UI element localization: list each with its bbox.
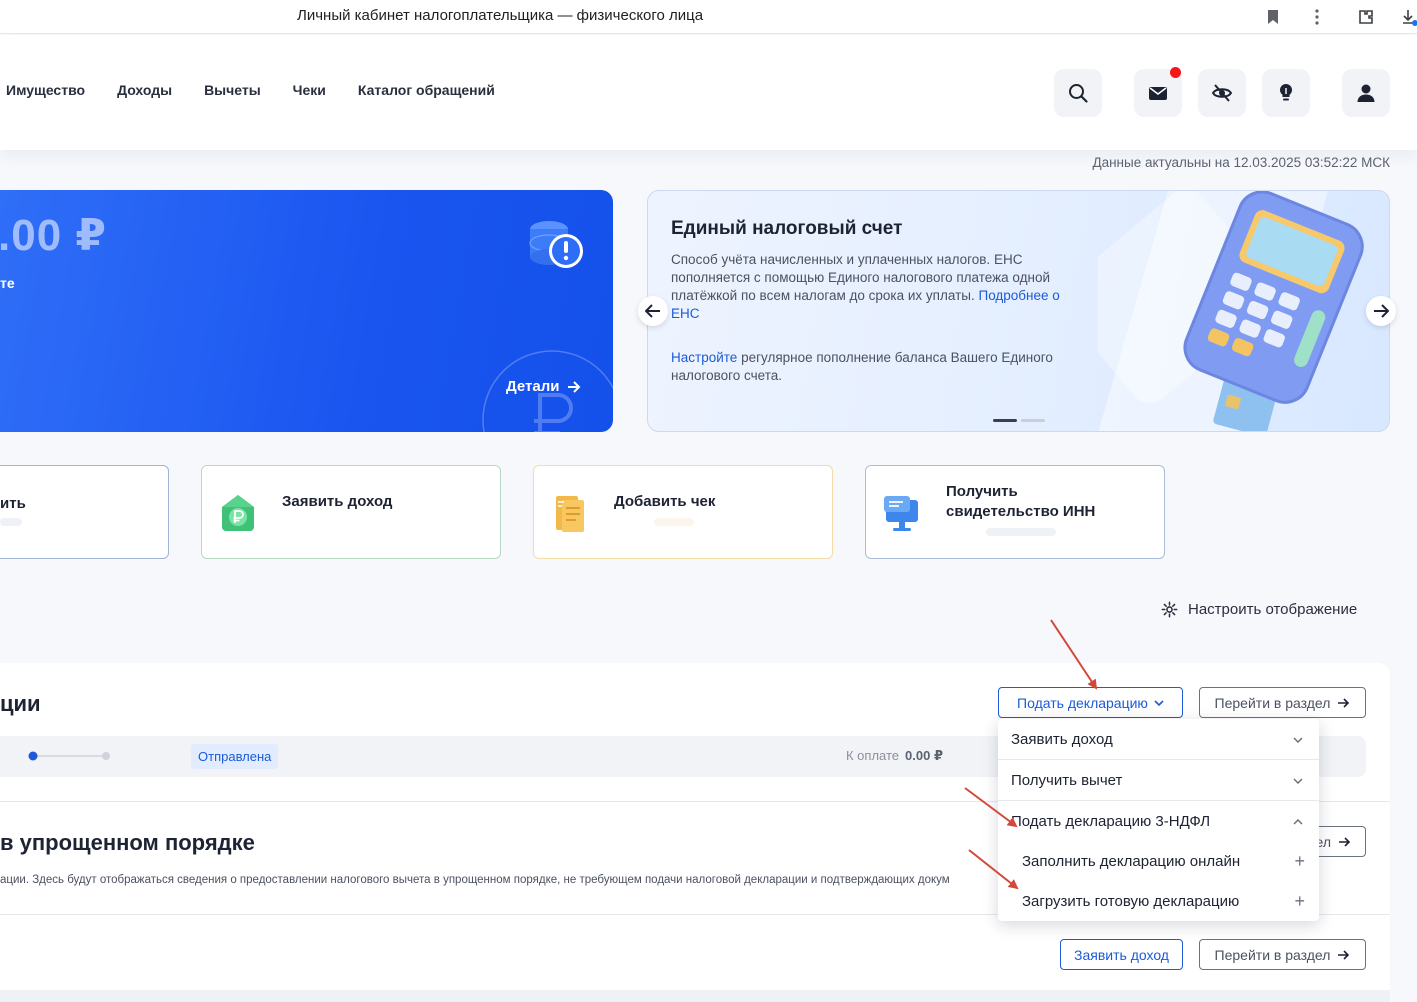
carousel-next-button[interactable]	[1366, 296, 1396, 326]
menu-item-get-deduction[interactable]: Получить вычет	[998, 760, 1319, 801]
chevron-down-icon	[1154, 699, 1164, 706]
extensions-icon[interactable]	[1355, 6, 1377, 28]
main-nav: Имущество Доходы Вычеты Чеки Каталог обр…	[6, 82, 527, 98]
arrow-left-icon	[645, 304, 660, 318]
ens-setup-text: Настройте регулярное пополнение баланса …	[671, 350, 1053, 383]
gear-icon	[1161, 601, 1178, 618]
nav-item-receipts[interactable]: Чеки	[293, 82, 326, 98]
next-section-strip	[0, 990, 1390, 1002]
quick-action-add-receipt[interactable]: Добавить чек	[533, 465, 833, 559]
search-icon	[1069, 84, 1088, 103]
arrow-right-icon	[1338, 949, 1350, 960]
quick-action-subtitle	[0, 518, 22, 526]
chevron-down-icon	[1293, 736, 1303, 743]
configure-display-label: Настроить отображение	[1188, 601, 1358, 618]
quick-action-inn-certificate[interactable]: Получить свидетельство ИНН	[865, 465, 1165, 559]
declarations-title: ции	[0, 691, 41, 716]
quick-action-declare-income[interactable]: Заявить доход	[201, 465, 501, 559]
ruble-watermark-icon	[482, 350, 613, 432]
quick-action-label: Добавить чек	[614, 493, 716, 510]
ens-description: Способ учёта начисленных и уплаченных на…	[671, 252, 1060, 321]
more-menu-icon[interactable]	[1306, 6, 1328, 28]
submit-declaration-dropdown: Заявить доход Получить вычет Подать декл…	[998, 719, 1319, 921]
quick-action-label: ить	[0, 495, 26, 512]
quick-action-pay[interactable]: ить	[0, 465, 169, 559]
arrow-right-icon	[1338, 697, 1350, 708]
quick-action-subtitle	[654, 518, 694, 526]
coins-alert-icon	[529, 221, 583, 268]
pager-dot[interactable]	[1021, 419, 1045, 422]
menu-item-submit-3ndfl[interactable]: Подать декларацию 3-НДФЛ	[998, 801, 1319, 842]
search-button[interactable]	[1054, 69, 1102, 117]
arrow-right-icon	[1339, 836, 1351, 847]
notification-dot	[1170, 67, 1181, 78]
balance-amount: .00 ₽	[0, 211, 108, 260]
site-header: Имущество Доходы Вычеты Чеки Каталог обр…	[0, 35, 1417, 150]
quick-action-label: Заявить доход	[282, 493, 393, 510]
browser-bar: Личный кабинет налогоплательщика — физич…	[0, 0, 1417, 34]
ruble-house-icon	[222, 495, 254, 531]
pager-dot-active[interactable]	[993, 419, 1017, 422]
quick-action-label: Получить свидетельство ИНН	[946, 483, 1096, 520]
ens-info-card: Единый налоговый счет Способ учёта начис…	[647, 190, 1390, 432]
ens-setup-link[interactable]: Настройте	[671, 350, 737, 365]
nav-item-property[interactable]: Имущество	[6, 82, 85, 98]
plus-icon: +	[1294, 890, 1305, 911]
data-actual-date: Данные актуальны на 12.03.2025 03:52:22 …	[1092, 155, 1390, 170]
simplified-deduction-title: в упрощенном порядке	[0, 830, 255, 855]
status-badge: Отправлена	[191, 744, 279, 769]
balance-card[interactable]: .00 ₽ те Детали	[0, 190, 613, 432]
submit-declaration-button[interactable]: Подать декларацию	[998, 687, 1183, 718]
submenu-item-upload-ready[interactable]: Загрузить готовую декларацию +	[998, 881, 1319, 921]
chevron-up-icon	[1293, 818, 1303, 825]
payment-terminal-illustration	[1098, 191, 1364, 431]
goto-income-button[interactable]: Перейти в раздел	[1199, 939, 1366, 970]
nav-item-income[interactable]: Доходы	[117, 82, 172, 98]
quick-action-subtitle	[986, 528, 1056, 536]
ens-title: Единый налоговый счет	[671, 218, 903, 239]
arrow-right-icon	[1374, 304, 1389, 318]
monitor-chat-icon	[884, 496, 918, 531]
configure-display-link[interactable]: Настроить отображение	[1161, 601, 1357, 618]
browser-title: Личный кабинет налогоплательщика — физич…	[297, 7, 704, 24]
messages-button[interactable]	[1134, 67, 1182, 117]
receipt-icon	[556, 496, 584, 532]
progress-steps	[28, 751, 110, 761]
tips-button[interactable]	[1262, 69, 1310, 117]
carousel-prev-button[interactable]	[638, 296, 668, 326]
hide-eye-icon	[1211, 84, 1233, 102]
bookmark-icon[interactable]	[1262, 6, 1284, 28]
hide-values-button[interactable]	[1198, 69, 1246, 117]
goto-declarations-button[interactable]: Перейти в раздел	[1199, 687, 1366, 718]
plus-icon: +	[1294, 850, 1305, 871]
user-icon	[1357, 84, 1375, 102]
claim-income-button[interactable]: Заявить доход	[1060, 939, 1183, 970]
mail-icon	[1149, 87, 1167, 100]
simplified-deduction-description: ации. Здесь будут отображаться сведения …	[0, 874, 950, 886]
balance-subtitle: те	[0, 275, 15, 291]
amount-due: К оплате 0.00 ₽	[846, 748, 943, 763]
lightbulb-icon	[1279, 83, 1293, 101]
menu-item-declare-income[interactable]: Заявить доход	[998, 719, 1319, 760]
nav-item-deductions[interactable]: Вычеты	[204, 82, 261, 98]
chevron-down-icon	[1293, 777, 1303, 784]
submenu-item-fill-online[interactable]: Заполнить декларацию онлайн +	[998, 841, 1319, 881]
download-icon[interactable]	[1398, 6, 1417, 28]
profile-button[interactable]	[1342, 69, 1390, 117]
nav-item-requests-catalog[interactable]: Каталог обращений	[358, 82, 495, 98]
carousel-pager	[993, 419, 1045, 422]
